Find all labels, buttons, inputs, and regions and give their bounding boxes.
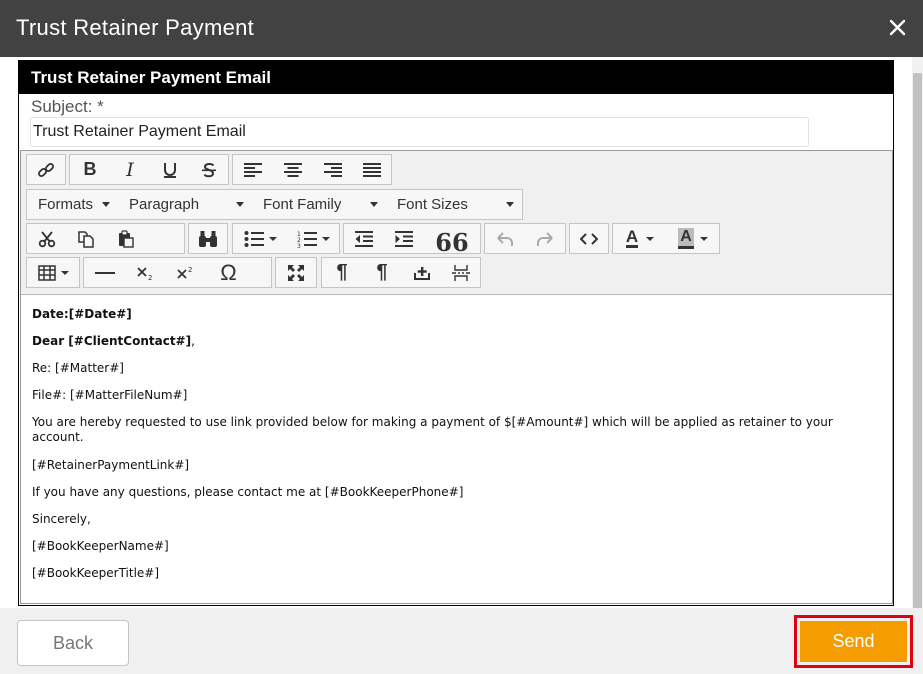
body-file-line: File#: [#MatterFileNum#] xyxy=(32,388,188,402)
underline-icon[interactable] xyxy=(150,155,190,184)
redo-icon[interactable] xyxy=(525,224,565,253)
special-char-icon[interactable]: Ω xyxy=(206,258,251,287)
cut-icon[interactable] xyxy=(27,224,66,253)
indent-group: 66 xyxy=(343,223,481,257)
chevron-down-icon xyxy=(236,202,244,207)
blank-button[interactable] xyxy=(146,224,184,253)
body-closing-line: Sincerely, xyxy=(32,512,91,526)
align-right-icon[interactable] xyxy=(313,155,353,184)
dialog-footer: Back Send xyxy=(0,608,923,674)
svg-text:2: 2 xyxy=(188,266,192,274)
email-panel: Trust Retainer Payment Email Subject: * … xyxy=(18,60,894,606)
chevron-down-icon xyxy=(646,236,655,241)
paste-icon[interactable] xyxy=(106,224,146,253)
body-questions-line: If you have any questions, please contac… xyxy=(32,485,464,499)
subscript-icon[interactable]: 2 xyxy=(126,258,166,287)
subject-label: Subject: * xyxy=(31,97,104,116)
scrollbar-thumb[interactable] xyxy=(913,73,922,608)
align-left-icon[interactable] xyxy=(233,155,273,184)
format-group: B I xyxy=(69,154,229,185)
font-sizes-label: Font Sizes xyxy=(397,196,468,213)
chevron-down-icon xyxy=(321,236,330,241)
bold-icon[interactable]: B xyxy=(70,155,110,184)
dear-text: Dear [#ClientContact#] xyxy=(32,334,192,348)
body-link-line: [#RetainerPaymentLink#] xyxy=(32,458,190,472)
ltr-icon[interactable]: ¶ xyxy=(322,258,362,287)
font-family-label: Font Family xyxy=(263,196,342,213)
dialog-titlebar: Trust Retainer Payment xyxy=(0,0,923,57)
numbered-list-icon[interactable]: 123 xyxy=(287,224,339,253)
superscript-icon[interactable]: 2 xyxy=(166,258,206,287)
text-color-glyph: A xyxy=(625,227,639,248)
indent-icon[interactable] xyxy=(384,224,424,253)
text-color-icon[interactable]: A xyxy=(613,224,667,253)
find-icon[interactable] xyxy=(189,224,227,253)
back-button[interactable]: Back xyxy=(17,620,129,666)
copy-icon[interactable] xyxy=(66,224,106,253)
strikethrough-icon[interactable] xyxy=(190,155,228,184)
list-group: 123 xyxy=(232,223,340,254)
link-group xyxy=(26,154,66,185)
fullscreen-icon[interactable] xyxy=(276,258,316,287)
formats-dropdown[interactable]: Formats xyxy=(27,190,118,219)
horizontal-rule-icon[interactable] xyxy=(84,258,126,287)
font-sizes-dropdown[interactable]: Font Sizes xyxy=(386,190,522,219)
font-family-dropdown[interactable]: Font Family xyxy=(252,190,386,219)
insert-icon[interactable] xyxy=(402,258,442,287)
bg-color-glyph: A xyxy=(678,228,694,249)
body-dear-line: Dear [#ClientContact#], xyxy=(32,334,882,349)
editor-toolbar: B I Formats Paragraph Font Family Font S… xyxy=(21,151,892,295)
blockquote-icon[interactable]: 66 xyxy=(424,224,480,257)
code-group xyxy=(569,223,609,254)
undo-icon[interactable] xyxy=(485,224,525,253)
insert-format-group: 2 2 Ω xyxy=(83,257,272,288)
paragraph-label: Paragraph xyxy=(129,196,200,213)
panel-header: Trust Retainer Payment Email xyxy=(19,61,893,94)
align-center-icon[interactable] xyxy=(273,155,313,184)
body-re-line: Re: [#Matter#] xyxy=(32,361,124,375)
page-break-icon[interactable] xyxy=(442,258,480,287)
find-group xyxy=(188,223,228,254)
chevron-down-icon xyxy=(506,202,514,207)
clipboard-group xyxy=(26,223,185,254)
fullscreen-group xyxy=(275,257,317,288)
table-icon[interactable] xyxy=(27,258,79,287)
subject-input[interactable] xyxy=(30,117,809,147)
rich-text-editor: B I Formats Paragraph Font Family Font S… xyxy=(20,150,893,604)
chevron-down-icon xyxy=(60,270,69,275)
dialog-title: Trust Retainer Payment xyxy=(16,15,255,40)
body-request-line: You are hereby requested to use link pro… xyxy=(32,415,833,444)
chevron-down-icon xyxy=(268,236,277,241)
body-date-line: Date:[#Date#] xyxy=(32,307,132,321)
close-icon[interactable] xyxy=(887,15,909,39)
code-icon[interactable] xyxy=(570,224,608,253)
chevron-down-icon xyxy=(102,202,110,207)
editor-body[interactable]: Date:[#Date#] Dear [#ClientContact#], Re… xyxy=(21,295,892,603)
send-button[interactable]: Send xyxy=(800,621,907,662)
dropdown-group: Formats Paragraph Font Family Font Sizes xyxy=(26,189,523,220)
chevron-down-icon xyxy=(370,202,378,207)
rtl-icon[interactable]: ¶ xyxy=(362,258,402,287)
formats-label: Formats xyxy=(38,196,94,213)
undo-redo-group xyxy=(484,223,566,254)
background-color-icon[interactable]: A xyxy=(667,224,719,253)
direction-group: ¶ ¶ xyxy=(321,257,481,288)
outdent-icon[interactable] xyxy=(344,224,384,253)
link-icon[interactable] xyxy=(27,155,65,184)
align-group xyxy=(232,154,392,185)
send-highlight: Send xyxy=(794,615,913,668)
dear-suffix: , xyxy=(191,334,195,348)
body-name-line: [#BookKeeperName#] xyxy=(32,539,169,553)
bullet-list-icon[interactable] xyxy=(233,224,287,253)
chevron-down-icon xyxy=(699,236,708,241)
svg-text:3: 3 xyxy=(297,243,301,248)
body-title-line: [#BookKeeperTitle#] xyxy=(32,566,160,580)
svg-text:2: 2 xyxy=(148,274,152,281)
align-justify-icon[interactable] xyxy=(353,155,391,184)
paragraph-dropdown[interactable]: Paragraph xyxy=(118,190,252,219)
table-group xyxy=(26,257,80,288)
italic-icon[interactable]: I xyxy=(110,155,150,184)
trust-retainer-payment-dialog: Trust Retainer Payment Trust Retainer Pa… xyxy=(0,0,923,674)
color-group: A A xyxy=(612,223,720,254)
